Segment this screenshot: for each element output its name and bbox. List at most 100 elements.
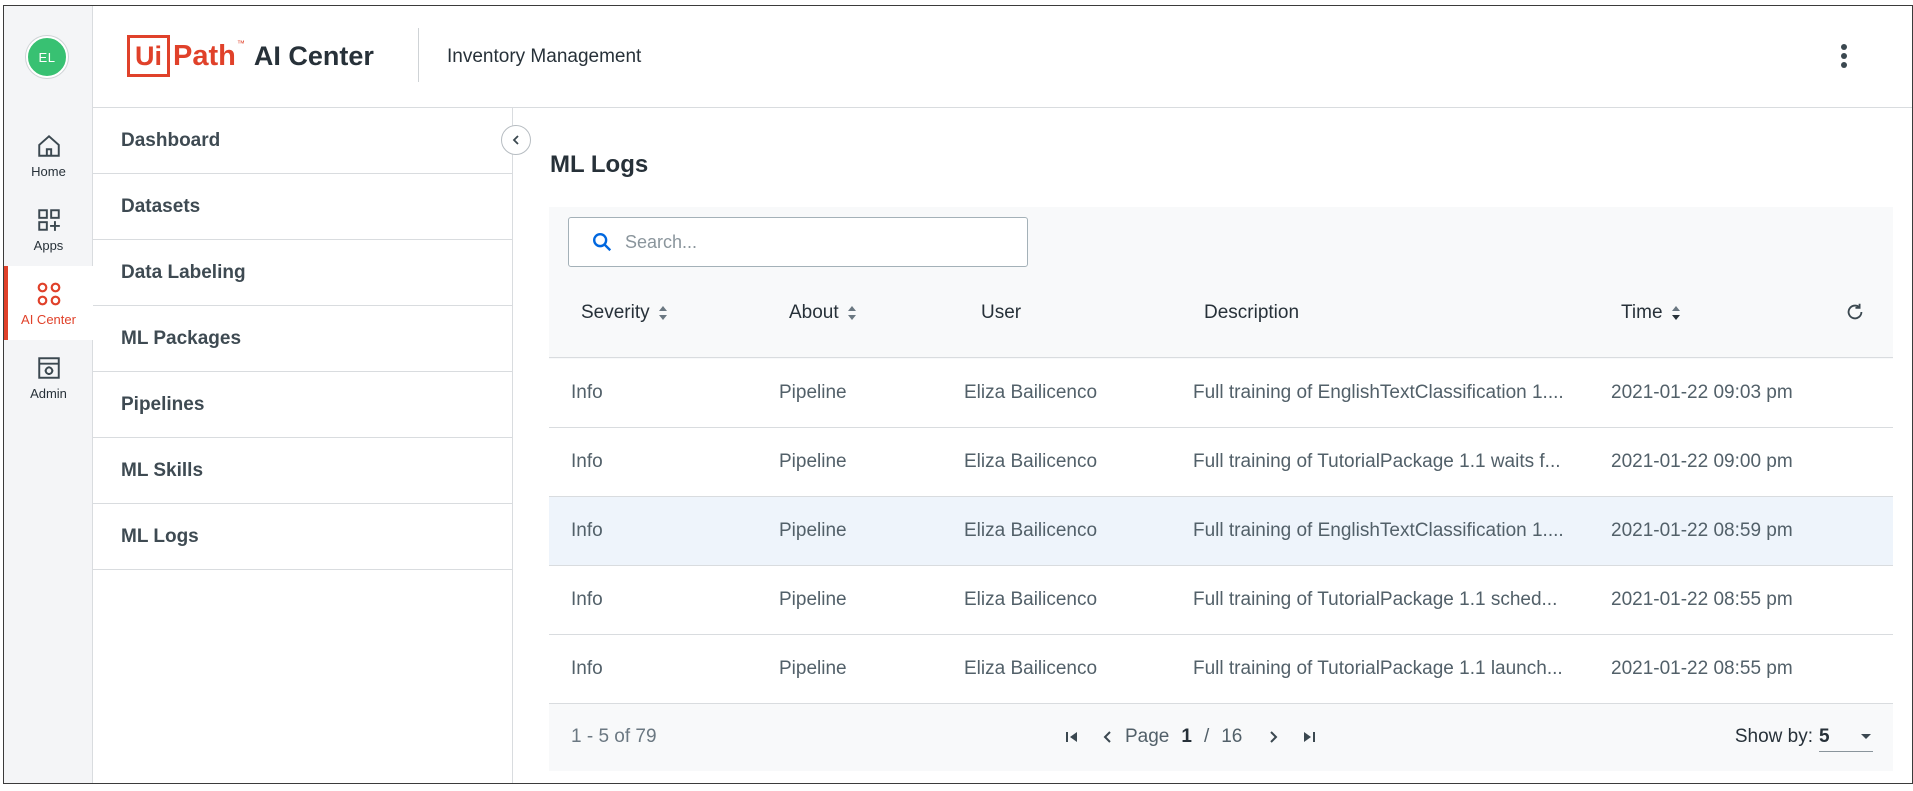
cell-description: Full training of TutorialPackage 1.1 sch…: [1193, 589, 1558, 610]
rail-item-apps[interactable]: Apps: [4, 192, 93, 266]
uipath-logo[interactable]: Ui Path ™ AI Center: [127, 33, 374, 79]
cell-severity: Info: [571, 589, 603, 610]
cell-about: Pipeline: [779, 451, 847, 472]
logo-path: Path: [173, 39, 236, 72]
logo-ui: Ui: [127, 35, 170, 77]
cell-description: Full training of TutorialPackage 1.1 wai…: [1193, 451, 1561, 472]
home-icon: [35, 132, 63, 160]
cell-description: Full training of EnglishTextClassificati…: [1193, 382, 1564, 403]
cell-about: Pipeline: [779, 658, 847, 679]
show-by-label: Show by:: [1734, 726, 1813, 747]
page-size-value: 5: [1819, 725, 1830, 747]
left-rail: EL Home Apps AI Center Admin: [4, 6, 93, 783]
ai-center-icon: [35, 280, 63, 308]
next-page-icon[interactable]: [1262, 726, 1284, 748]
search-input[interactable]: [625, 231, 1005, 253]
column-label: Severity: [581, 301, 650, 323]
total-pages: 16: [1221, 726, 1243, 747]
rail-item-label: AI Center: [21, 311, 76, 327]
table-row[interactable]: Info Pipeline Eliza Bailicenco Full trai…: [549, 566, 1893, 635]
column-header-severity[interactable]: Severity: [581, 267, 668, 358]
cell-description: Full training of TutorialPackage 1.1 lau…: [1193, 658, 1563, 679]
tenant-title: Inventory Management: [447, 46, 642, 67]
cell-time: 2021-01-22 08:55 pm: [1611, 589, 1793, 610]
more-options-icon[interactable]: [1838, 40, 1850, 72]
rail-item-label: Home: [31, 163, 66, 179]
page-separator: /: [1203, 726, 1210, 747]
page-label: Page: [1125, 726, 1170, 747]
cell-time: 2021-01-22 08:55 pm: [1611, 658, 1793, 679]
cell-user: Eliza Bailicenco: [964, 451, 1098, 472]
cell-time: 2021-01-22 09:03 pm: [1611, 382, 1793, 403]
collapse-nav-button[interactable]: [501, 125, 531, 155]
chevron-left-icon: [512, 135, 519, 145]
app-window: EL Home Apps AI Center Admin Ui Path ™ A…: [3, 5, 1913, 784]
nav-item-ml-skills[interactable]: ML Skills: [93, 438, 512, 504]
refresh-icon[interactable]: [1844, 301, 1866, 328]
nav-item-datasets[interactable]: Datasets: [93, 174, 512, 240]
column-label: User: [981, 301, 1022, 323]
top-header: Ui Path ™ AI Center Inventory Management: [93, 6, 1912, 108]
column-header-about[interactable]: About: [789, 267, 857, 358]
caret-down-icon: [1861, 733, 1871, 739]
table-row[interactable]: Info Pipeline Eliza Bailicenco Full trai…: [549, 359, 1893, 428]
cell-about: Pipeline: [779, 589, 847, 610]
cell-user: Eliza Bailicenco: [964, 658, 1098, 679]
table-row[interactable]: Info Pipeline Eliza Bailicenco Full trai…: [549, 635, 1893, 704]
avatar[interactable]: EL: [26, 36, 68, 78]
table-header: Severity About User Description Time: [549, 267, 1893, 358]
page-size-select[interactable]: 5: [1819, 722, 1873, 752]
rail-item-label: Apps: [33, 237, 64, 253]
table-row[interactable]: Info Pipeline Eliza Bailicenco Full trai…: [549, 428, 1893, 497]
first-page-icon[interactable]: [1061, 726, 1083, 748]
table-footer: 1 - 5 of 79 Page 1 / 16 Show by: 5: [549, 704, 1893, 771]
last-page-icon[interactable]: [1298, 726, 1320, 748]
cell-description: Full training of EnglishTextClassificati…: [1193, 520, 1564, 541]
column-label: Time: [1621, 301, 1663, 323]
cell-severity: Info: [571, 451, 603, 472]
search-box[interactable]: [568, 217, 1028, 267]
nav-item-dashboard[interactable]: Dashboard: [93, 108, 512, 174]
main-content: ML Logs Severity About: [513, 108, 1912, 783]
page-size-control: Show by: 5: [1735, 722, 1873, 752]
pagination: Page 1 / 16: [1061, 722, 1320, 752]
cell-time: 2021-01-22 09:00 pm: [1611, 451, 1793, 472]
section-nav: Dashboard Datasets Data Labeling ML Pack…: [93, 108, 513, 783]
results-range: 1 - 5 of 79: [571, 726, 657, 747]
nav-item-ml-packages[interactable]: ML Packages: [93, 306, 512, 372]
search-icon: [593, 233, 612, 252]
cell-severity: Info: [571, 658, 603, 679]
cell-user: Eliza Bailicenco: [964, 589, 1098, 610]
column-header-user: User: [981, 267, 1021, 358]
current-page[interactable]: 1: [1181, 726, 1192, 748]
rail-item-ai-center[interactable]: AI Center: [4, 266, 93, 340]
table-row[interactable]: Info Pipeline Eliza Bailicenco Full trai…: [549, 497, 1893, 566]
cell-user: Eliza Bailicenco: [964, 382, 1098, 403]
logs-table-panel: Severity About User Description: [549, 207, 1893, 771]
prev-page-icon[interactable]: [1097, 726, 1119, 748]
header-divider: [418, 28, 419, 82]
cell-severity: Info: [571, 520, 603, 541]
sort-icon: [847, 304, 857, 322]
cell-severity: Info: [571, 382, 603, 403]
rail-item-label: Admin: [30, 385, 67, 401]
page-title: ML Logs: [550, 151, 649, 178]
product-name: AI Center: [253, 40, 374, 71]
cell-about: Pipeline: [779, 520, 847, 541]
column-label: Description: [1204, 301, 1300, 323]
rail-item-home[interactable]: Home: [4, 118, 93, 192]
admin-icon: [35, 354, 63, 382]
sort-desc-icon: [1671, 304, 1681, 322]
nav-item-data-labeling[interactable]: Data Labeling: [93, 240, 512, 306]
nav-item-ml-logs[interactable]: ML Logs: [93, 504, 512, 570]
column-header-time[interactable]: Time: [1621, 267, 1681, 358]
rail-item-admin[interactable]: Admin: [4, 340, 93, 414]
sort-icon: [658, 304, 668, 322]
cell-user: Eliza Bailicenco: [964, 520, 1098, 541]
column-label: About: [789, 301, 839, 323]
logo-tm: ™: [236, 39, 245, 48]
cell-about: Pipeline: [779, 382, 847, 403]
nav-item-pipelines[interactable]: Pipelines: [93, 372, 512, 438]
apps-icon: [35, 206, 63, 234]
column-header-description: Description: [1204, 267, 1299, 358]
